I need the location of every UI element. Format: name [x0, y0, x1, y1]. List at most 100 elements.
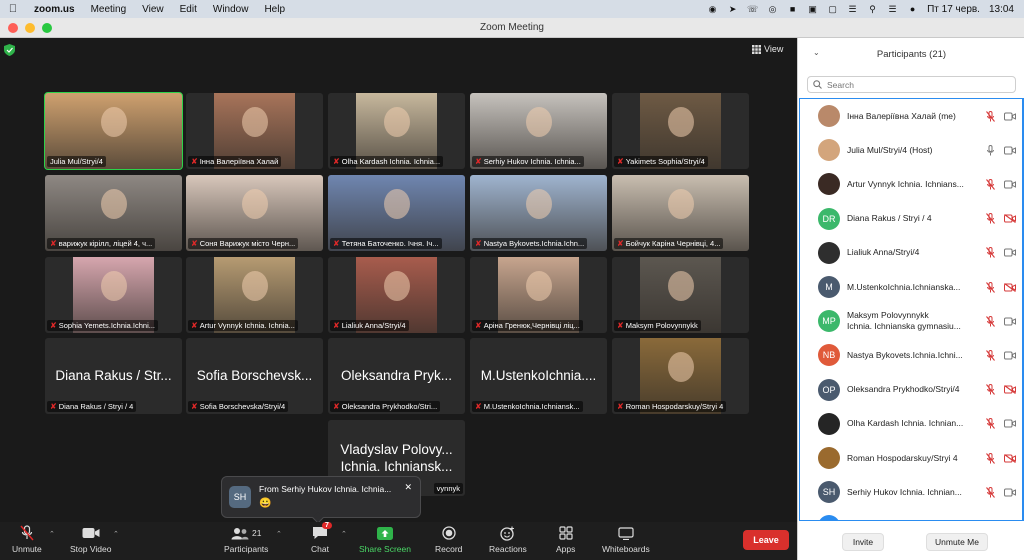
menu-edit[interactable]: Edit: [172, 4, 205, 15]
participant-video-tile[interactable]: ✘ Maksym Polovynnykk: [612, 257, 749, 333]
participant-video-tile[interactable]: ✘ Yakimets Sophia/Stryi/4: [612, 93, 749, 169]
reactions-button[interactable]: Reactions: [489, 524, 527, 558]
video-off-icon[interactable]: [1004, 282, 1016, 292]
participant-row[interactable]: OP Oleksandra Prykhodko/Stryi/4: [800, 373, 1022, 407]
view-button[interactable]: View: [752, 44, 783, 54]
video-camera-icon[interactable]: [1004, 180, 1016, 189]
chevron-down-icon[interactable]: ⌄: [813, 48, 820, 57]
participant-video-tile[interactable]: ✘ Інна Валеріївна Халай: [186, 93, 323, 169]
mic-icon[interactable]: [986, 144, 995, 156]
video-off-icon[interactable]: [1004, 453, 1016, 463]
participant-video-tile[interactable]: ✘ Аріна Гренюк,Чернівці ліц...: [470, 257, 607, 333]
video-camera-icon[interactable]: [1004, 317, 1016, 326]
participant-row[interactable]: Artur Vynnyk Ichnia. Ichnians...: [800, 167, 1022, 201]
participant-video-tile[interactable]: ✘ Artur Vynnyk Ichnia. Ichnia...: [186, 257, 323, 333]
participant-video-tile[interactable]: ✘ Roman Hospodarskuy/Stryi 4: [612, 338, 749, 414]
participant-row[interactable]: Lialiuk Anna/Stryi/4: [800, 236, 1022, 270]
stop-video-button[interactable]: Stop Video: [70, 524, 111, 558]
menu-app-name[interactable]: zoom.us: [26, 4, 83, 15]
participant-row[interactable]: SH Serhiy Hukov Ichnia. Ichnian...: [800, 475, 1022, 509]
video-camera-icon[interactable]: [1004, 146, 1016, 155]
encryption-shield-icon[interactable]: [4, 44, 15, 56]
participant-row[interactable]: MP Maksym Polovynnykk Ichnia. Ichnianska g…: [800, 304, 1022, 338]
participant-row[interactable]: DR Diana Rakus / Stryi / 4: [800, 202, 1022, 236]
control-center-icon[interactable]: ☰: [887, 4, 898, 15]
video-off-icon[interactable]: [1004, 214, 1016, 224]
participant-row[interactable]: Інна Валеріївна Халай (me): [800, 99, 1022, 133]
apple-icon[interactable]: : [0, 3, 26, 15]
mic-muted-icon[interactable]: [986, 110, 995, 122]
participant-row[interactable]: Olha Kardash Ichnia. Ichnian...: [800, 407, 1022, 441]
mic-muted-icon[interactable]: [986, 178, 995, 190]
close-window-icon[interactable]: [8, 23, 18, 33]
vk-icon[interactable]: ▣: [807, 4, 818, 15]
video-camera-icon[interactable]: [1004, 488, 1016, 497]
menu-meeting[interactable]: Meeting: [83, 4, 135, 15]
participant-row[interactable]: M M.UstenkoIchnia.Ichnianska...: [800, 270, 1022, 304]
participant-video-tile[interactable]: ✘ Olha Kardash Ichnia. Ichnia...: [328, 93, 465, 169]
mic-muted-icon[interactable]: [986, 384, 995, 395]
share-screen-button[interactable]: Share Screen: [359, 524, 411, 558]
video-off-icon[interactable]: [1004, 385, 1016, 395]
participant-video-tile[interactable]: ✘ варижук кірілл, ліцей 4, ч...: [45, 175, 182, 251]
unmute-button[interactable]: Unmute: [12, 524, 42, 558]
close-icon[interactable]: ✕: [404, 482, 412, 493]
chat-message-preview[interactable]: From Serhiy Hukov Ichnia. Ichnia...: [259, 484, 391, 494]
video-camera-icon[interactable]: [1004, 419, 1016, 428]
participant-video-tile[interactable]: ✘ Соня Варижук місто Черн...: [186, 175, 323, 251]
participants-button[interactable]: 21 Participants: [224, 524, 268, 558]
participant-video-tile[interactable]: M.UstenkoIchnia.... ✘ M.UstenkoIchnia.Ichn…: [470, 338, 607, 414]
apps-button[interactable]: Apps: [556, 524, 575, 558]
telegram-icon[interactable]: ➤: [727, 4, 738, 15]
app-menubar-icon[interactable]: ■: [787, 4, 798, 15]
mic-muted-icon[interactable]: [986, 213, 995, 224]
mic-muted-icon[interactable]: [986, 452, 995, 464]
mic-muted-icon[interactable]: [986, 418, 995, 430]
whiteboards-button[interactable]: Whiteboards: [602, 524, 650, 558]
menu-help[interactable]: Help: [256, 4, 293, 15]
participant-row[interactable]: Roman Hospodarskuy/Stryi 4: [800, 441, 1022, 475]
menu-window[interactable]: Window: [205, 4, 257, 15]
participant-video-tile[interactable]: ✘ Sophia Yemets.Ichnia.Ichni...: [45, 257, 182, 333]
mic-muted-icon[interactable]: [986, 281, 995, 293]
video-camera-icon[interactable]: [1004, 351, 1016, 360]
minimize-window-icon[interactable]: [25, 23, 35, 33]
chat-options-chevron-icon[interactable]: ⌃: [341, 530, 347, 538]
mic-muted-icon[interactable]: [986, 486, 995, 498]
participant-video-tile[interactable]: Diana Rakus / Str... ✘ Diana Rakus / Stryi…: [45, 338, 182, 414]
unmute-me-button[interactable]: Unmute Me: [926, 533, 988, 551]
participant-video-tile[interactable]: Julia Mul/Stryi/4: [44, 92, 183, 170]
record-menubar-icon[interactable]: ◉: [707, 4, 718, 15]
video-camera-icon[interactable]: [1004, 112, 1016, 121]
video-options-chevron-icon[interactable]: ⌃: [113, 530, 119, 538]
menubar-date[interactable]: Пт 17 черв.: [927, 4, 980, 15]
wifi-icon[interactable]: ☰: [847, 4, 858, 15]
mic-muted-icon[interactable]: [986, 247, 995, 259]
viber-icon[interactable]: ☏: [747, 4, 758, 15]
participant-row[interactable]: NB Nastya Bykovets.Ichnia.Ichni...: [800, 338, 1022, 372]
participant-list[interactable]: Інна Валеріївна Халай (me) Julia Mul/Stry…: [799, 98, 1024, 521]
participant-video-tile[interactable]: ✘ Тетяна Баточенко. Ічня. Іч...: [328, 175, 465, 251]
mic-muted-icon[interactable]: [986, 349, 995, 361]
participant-search[interactable]: [807, 76, 1016, 93]
participant-video-tile[interactable]: ✘ Nastya Bykovets.Ichnia.Ichn...: [470, 175, 607, 251]
participant-video-tile[interactable]: ✘ Бойчук Каріна Чернівці, 4...: [612, 175, 749, 251]
zoom-menubar-icon[interactable]: ◎: [767, 4, 778, 15]
chat-button[interactable]: Chat: [311, 524, 329, 558]
record-button[interactable]: Record: [435, 524, 462, 558]
chat-notification[interactable]: SH From Serhiy Hukov Ichnia. Ichnia... 😀…: [221, 476, 421, 524]
participant-video-tile[interactable]: Oleksandra Pryk... ✘ Oleksandra Prykhodko/…: [328, 338, 465, 414]
invite-button[interactable]: Invite: [842, 533, 884, 551]
participant-video-tile[interactable]: Sofia Borschevsk... ✘ Sofia Borschevska/St…: [186, 338, 323, 414]
keyboard-layout-icon[interactable]: ▢: [827, 4, 838, 15]
search-input[interactable]: [827, 79, 1007, 90]
participant-video-tile[interactable]: ✘ Lialiuk Anna/Stryi/4: [328, 257, 465, 333]
participants-options-chevron-icon[interactable]: ⌃: [276, 530, 282, 538]
spotlight-search-icon[interactable]: ⚲: [867, 4, 878, 15]
menu-view[interactable]: View: [134, 4, 172, 15]
mic-muted-icon[interactable]: [986, 315, 995, 327]
leave-button[interactable]: Leave: [743, 530, 789, 550]
participant-row[interactable]: Julia Mul/Stryi/4 (Host): [800, 133, 1022, 167]
user-icon[interactable]: ●: [907, 4, 918, 15]
menubar-time[interactable]: 13:04: [989, 4, 1014, 15]
